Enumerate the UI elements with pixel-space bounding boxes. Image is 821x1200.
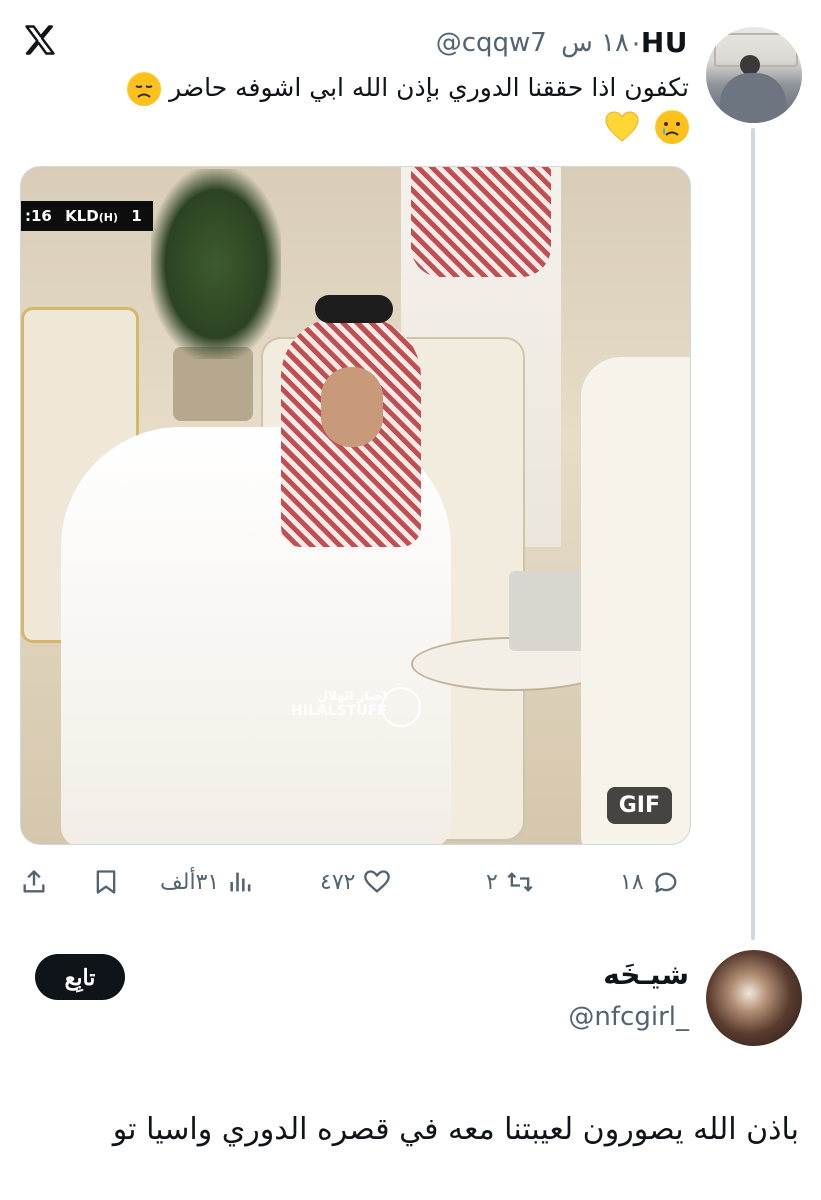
author-name[interactable]: HU — [641, 26, 688, 59]
main-figure-agal — [315, 295, 393, 323]
yellow-heart-icon — [605, 110, 639, 143]
views-action[interactable]: ٣١ألف — [160, 862, 255, 902]
reply-text: باذن الله يصورون لعيبتنا معه في قصره الد… — [112, 1112, 799, 1147]
watermark-arabic: اخبار الهلال — [317, 689, 387, 703]
author-meta: @cqqw7 ١٨٠ س — [436, 28, 643, 58]
follow-button[interactable]: تابِع — [35, 954, 125, 1000]
like-count: ٤٧٢ — [320, 869, 356, 895]
retweet-action[interactable]: ٢ — [486, 862, 534, 902]
main-figure-face — [321, 367, 383, 447]
disappointed-face-icon — [127, 72, 162, 106]
share-action[interactable] — [20, 862, 48, 902]
heart-icon — [364, 870, 391, 893]
bookmark-icon — [96, 870, 116, 894]
crying-face-icon — [655, 109, 689, 144]
bookmark-action[interactable] — [92, 862, 120, 902]
score-tag: (H) — [98, 211, 119, 224]
plant-leaves — [151, 169, 281, 359]
time-ago[interactable]: ١٨٠ س — [561, 28, 643, 58]
author-handle[interactable]: @cqqw7 — [436, 28, 547, 58]
author-avatar[interactable] — [706, 27, 802, 123]
like-action[interactable]: ٤٧٢ — [320, 862, 391, 902]
reply-icon — [654, 872, 677, 893]
views-icon — [230, 872, 251, 892]
reply-author-handle[interactable]: @nfcgirl_ — [568, 1002, 689, 1032]
reply-author-name[interactable]: شيـخَه — [603, 958, 689, 991]
tweet-media-gif[interactable]: :16 KLD(H) 1 اخبار الهلال HILALSTUFF GIF — [20, 166, 691, 845]
tweet-text-body: تكفون اذا حققنا الدوري بإذن الله ابي اشو… — [169, 73, 689, 102]
hilal-watermark: اخبار الهلال HILALSTUFF — [291, 689, 387, 719]
retweet-icon — [507, 872, 533, 892]
score-value: 1 — [131, 207, 142, 225]
reply-count: ١٨ — [620, 869, 644, 895]
tweet-action-bar: ١٨ ٢ ٤٧٢ ٣١ألف — [20, 862, 689, 902]
emoji-row — [599, 108, 689, 144]
hilal-logo-icon — [381, 687, 421, 727]
views-count: ٣١ألف — [160, 869, 220, 895]
score-time: :16 — [25, 207, 52, 225]
thread-line — [751, 128, 755, 940]
watermark-latin: HILALSTUFF — [291, 703, 387, 719]
right-figure — [581, 357, 690, 844]
x-logo-icon — [25, 25, 55, 55]
retweet-count: ٢ — [486, 869, 498, 895]
gif-badge: GIF — [606, 787, 672, 824]
score-bug: :16 KLD(H) 1 — [21, 201, 153, 231]
background-headdress — [411, 167, 551, 277]
score-team: KLD — [65, 207, 99, 225]
reply-author-avatar[interactable] — [706, 950, 802, 1046]
share-icon — [23, 870, 45, 893]
reply-action[interactable]: ١٨ — [620, 862, 680, 902]
tweet-text: تكفون اذا حققنا الدوري بإذن الله ابي اشو… — [49, 66, 689, 110]
